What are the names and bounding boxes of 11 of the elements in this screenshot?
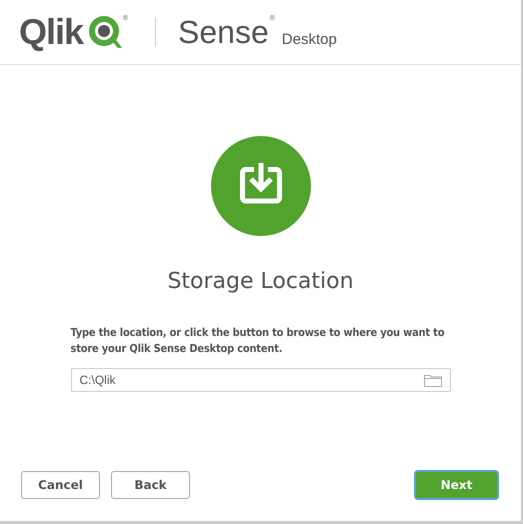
location-field[interactable]: C:\Qlik xyxy=(70,368,450,392)
product-name: Sense xyxy=(178,14,269,50)
download-icon xyxy=(210,136,310,236)
edition-label: Desktop xyxy=(282,30,337,48)
brand-name: Qlik xyxy=(19,11,84,53)
dialog-button[interactable]: Cancel xyxy=(21,471,100,499)
dialog-button[interactable]: Back xyxy=(111,471,190,499)
folder-icon[interactable] xyxy=(424,374,442,387)
dialog-title: Storage Location xyxy=(167,269,354,294)
instructions-text: Type the location, or click the button to browse to where you want to store your Qlik Sense Desktop content. xyxy=(70,325,446,357)
logo-icon xyxy=(88,15,122,49)
